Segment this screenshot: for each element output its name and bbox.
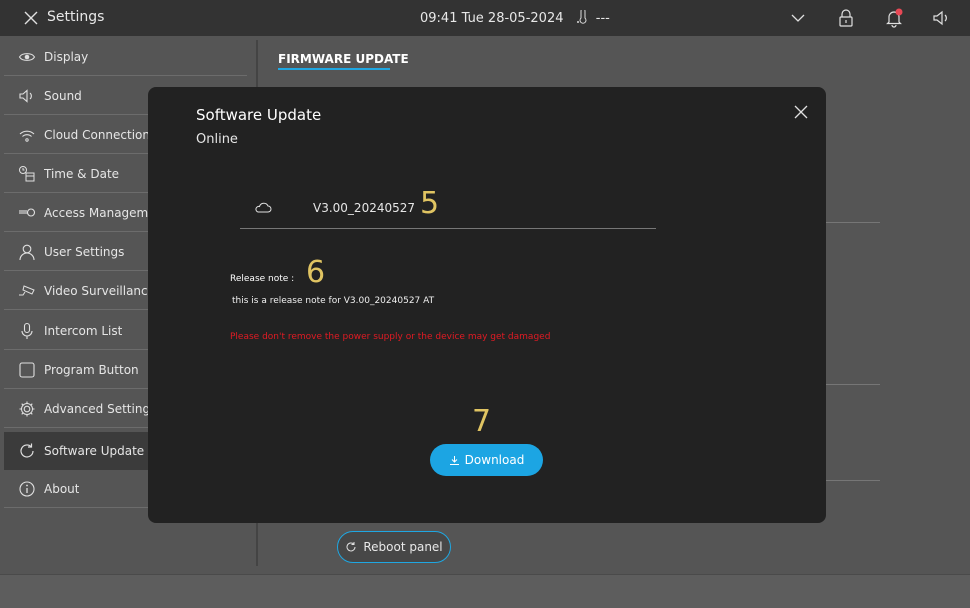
row-divider	[826, 384, 880, 385]
top-bar: Settings 09:41 Tue 28-05-2024 ---	[0, 0, 970, 36]
download-label: Download	[464, 453, 525, 467]
row-divider	[826, 222, 880, 223]
callout-marker-version: 5	[420, 186, 440, 221]
temperature-value: ---	[595, 11, 610, 26]
lock-icon[interactable]	[836, 8, 856, 28]
square-icon	[19, 361, 35, 378]
chevron-down-icon[interactable]	[788, 8, 808, 28]
tab-firmware-update[interactable]: FIRMWARE UPDATE	[278, 52, 409, 66]
thermometer-icon	[576, 10, 587, 24]
microphone-icon	[21, 322, 33, 339]
dialog-title: Software Update	[196, 106, 322, 124]
volume-icon[interactable]	[931, 8, 951, 28]
eye-icon	[18, 52, 36, 61]
version-label: V3.00_20240527	[313, 201, 416, 215]
notification-dot	[895, 8, 903, 16]
clock-calendar-icon	[19, 165, 35, 181]
release-note-label: Release note :	[230, 274, 295, 284]
sidebar-item-label: Cloud Connections	[44, 127, 157, 142]
time-date: 09:41 Tue 28-05-2024	[420, 11, 564, 26]
close-icon[interactable]	[792, 103, 810, 121]
release-note-text: this is a release note for V3.00_2024052…	[232, 296, 435, 306]
sidebar-item-label: Sound	[44, 88, 82, 103]
sidebar-item-label: Advanced Settings	[44, 401, 157, 416]
window-title: Settings	[47, 9, 105, 25]
sidebar-item-label: Program Button	[44, 362, 139, 377]
key-icon	[19, 207, 36, 217]
gear-icon	[19, 401, 35, 416]
callout-marker-release-note: 6	[306, 255, 326, 290]
sidebar-item-label: Video Surveillance	[44, 283, 156, 298]
sidebar-item-label: Intercom List	[44, 323, 123, 338]
status-area: 09:41 Tue 28-05-2024 ---	[420, 10, 610, 26]
close-icon[interactable]	[22, 9, 40, 27]
speaker-icon	[19, 88, 32, 103]
dialog-subtitle: Online	[196, 132, 238, 147]
reboot-panel-button[interactable]: Reboot panel	[337, 531, 451, 563]
version-row: V3.00_20240527	[240, 187, 656, 229]
sidebar-item-label: Time & Date	[44, 166, 120, 181]
user-icon	[19, 244, 35, 260]
sidebar-item-label: Software Update	[44, 443, 145, 458]
download-button[interactable]: Download	[430, 444, 543, 476]
bell-icon[interactable]	[884, 8, 904, 28]
cloud-icon	[255, 202, 272, 213]
power-warning: Please don't remove the power supply or …	[230, 332, 551, 342]
sidebar-item-label: About	[44, 481, 80, 496]
refresh-icon	[346, 542, 356, 552]
wifi-icon	[19, 130, 35, 142]
tab-underline	[278, 68, 390, 70]
camera-icon	[19, 284, 35, 295]
row-divider	[826, 480, 880, 481]
footer-bar	[0, 574, 970, 608]
callout-marker-download: 7	[472, 404, 492, 439]
reboot-panel-label: Reboot panel	[363, 540, 443, 554]
sidebar-item-display[interactable]: Display	[4, 38, 247, 76]
info-icon	[19, 480, 35, 497]
software-update-dialog: Software Update Online V3.00_20240527 5 …	[148, 87, 826, 523]
download-icon	[449, 455, 459, 465]
refresh-icon	[20, 443, 34, 458]
sidebar-item-label: User Settings	[44, 244, 125, 259]
sidebar-item-label: Display	[44, 49, 89, 64]
